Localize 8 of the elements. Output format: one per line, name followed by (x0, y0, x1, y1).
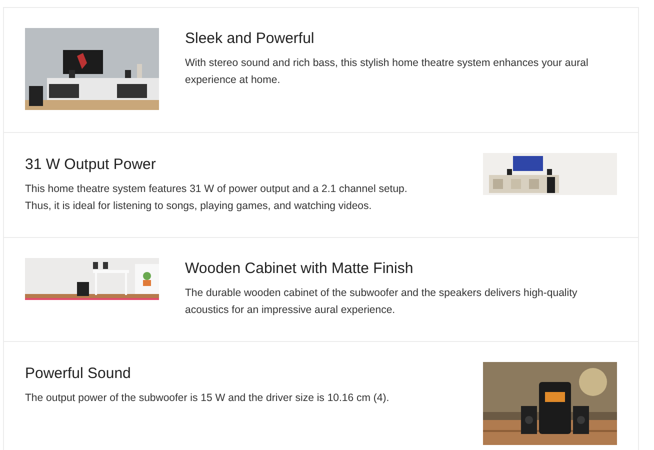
feature-description: The durable wooden cabinet of the subwoofer and the speakers delivers high-quality acoustics for an impressive aural experience. (185, 286, 578, 318)
feature-description: The output power of the subwoofer is 15 W and the driver size is 10.16 cm (4). (25, 391, 390, 406)
feature-title: 31 W Output Power (25, 155, 156, 175)
feature-title: Wooden Cabinet with Matte Finish (185, 259, 414, 279)
feature-title: Powerful Sound (25, 364, 131, 384)
feature-description: This home theatre system features 31 W of power output and a 2.1 channel setup. Thus, it is ideal for listening to songs, playing games, and watching videos. (25, 182, 408, 214)
feature-description: With stereo sound and rich bass, this stylish home theatre system enhances your aural experience at home. (185, 56, 590, 88)
feature-title: Sleek and Powerful (185, 29, 314, 49)
